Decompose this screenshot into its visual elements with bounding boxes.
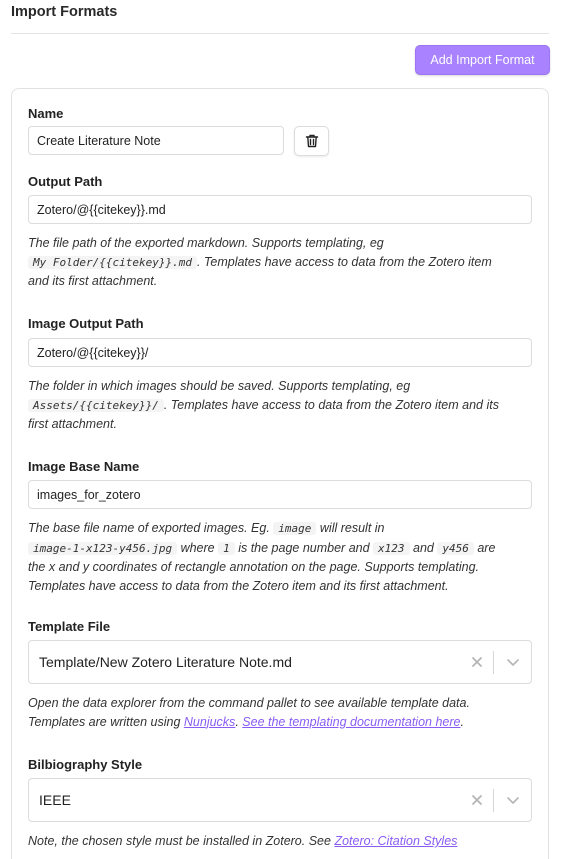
code-snippet: My Folder/{{citekey}}.md [28, 255, 197, 269]
template-file-value: Template/New Zotero Literature Note.md [39, 654, 292, 670]
template-file-select[interactable]: Template/New Zotero Literature Note.md [28, 640, 532, 684]
section-title: Import Formats [11, 4, 118, 20]
code-snippet: x123 [373, 541, 410, 555]
section-divider [11, 33, 549, 34]
image-output-path-input[interactable] [28, 338, 532, 367]
bibliography-style-value: IEEE [39, 792, 71, 808]
image-output-path-label: Image Output Path [28, 316, 144, 331]
code-snippet: image-1-x123-y456.jpg [28, 541, 178, 555]
select-separator [493, 789, 494, 812]
close-icon[interactable] [467, 652, 487, 672]
template-file-label: Template File [28, 619, 111, 634]
name-label: Name [28, 106, 64, 121]
code-snippet: y456 [437, 541, 474, 555]
add-import-format-button[interactable]: Add Import Format [415, 45, 550, 75]
name-input[interactable] [28, 126, 284, 155]
code-snippet: image [273, 522, 317, 535]
output-path-label: Output Path [28, 174, 103, 189]
templating-docs-link[interactable]: See the templating documentation here [242, 715, 460, 729]
template-file-description: Open the data explorer from the command … [28, 696, 470, 729]
image-base-name-input[interactable] [28, 480, 532, 509]
bibliography-style-description: Note, the chosen style must be installed… [28, 834, 458, 848]
output-path-input[interactable] [28, 195, 532, 224]
image-base-name-label: Image Base Name [28, 459, 140, 474]
trash-icon [304, 133, 320, 149]
bibliography-style-label: Bilbiography Style [28, 757, 143, 772]
chevron-down-icon[interactable] [503, 790, 523, 810]
code-snippet: Assets/{{citekey}}/ [28, 398, 164, 412]
close-icon[interactable] [467, 790, 487, 810]
image-base-name-description: The base file name of exported images. E… [28, 521, 496, 593]
output-path-description: The file path of the exported markdown. … [28, 236, 492, 288]
code-snippet: 1 [218, 541, 235, 555]
image-output-path-description: The folder in which images should be sav… [28, 379, 499, 431]
chevron-down-icon[interactable] [503, 652, 523, 672]
nunjucks-link[interactable]: Nunjucks [184, 715, 235, 729]
delete-format-button[interactable] [294, 126, 329, 156]
select-separator [493, 651, 494, 674]
bibliography-style-select[interactable]: IEEE [28, 778, 532, 822]
citation-styles-link[interactable]: Zotero: Citation Styles [334, 834, 457, 848]
